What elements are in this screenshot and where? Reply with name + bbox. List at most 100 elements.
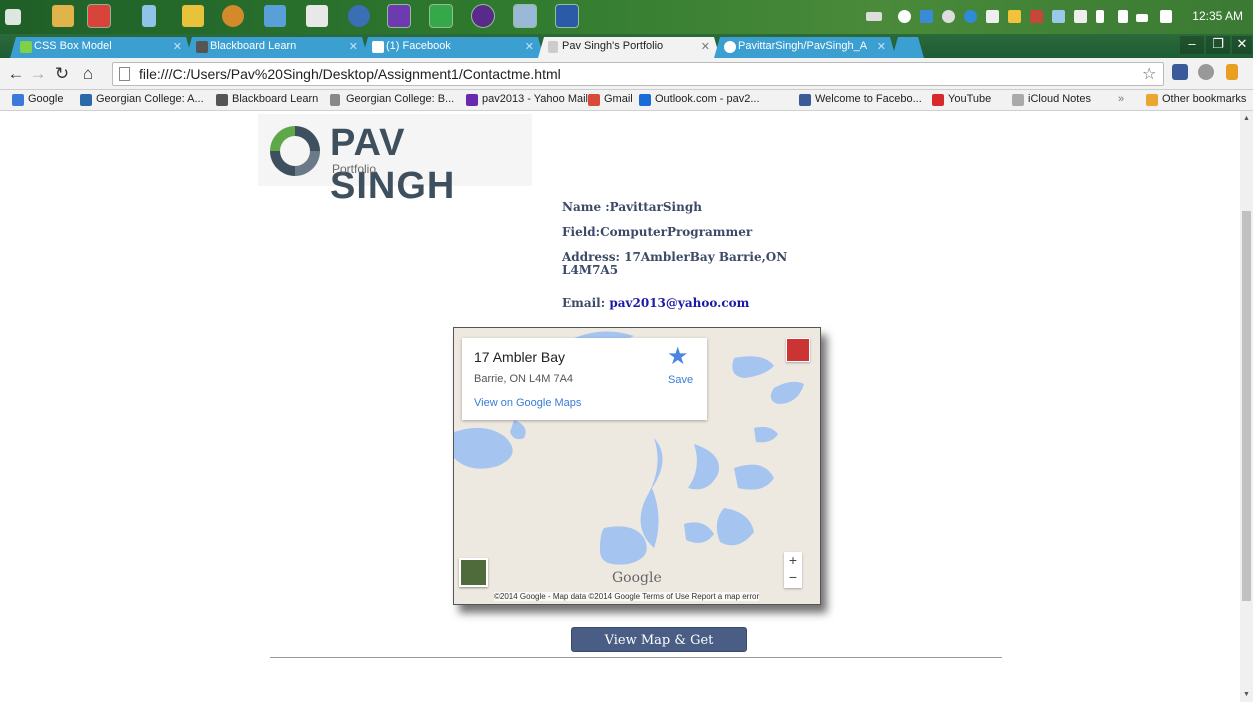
page-icon bbox=[119, 67, 130, 81]
app-icon[interactable] bbox=[306, 5, 328, 27]
map-place-name: 17 Ambler Bay bbox=[474, 349, 566, 365]
bookmark-yahoo-mail[interactable]: pav2013 - Yahoo Mail bbox=[466, 93, 588, 106]
notepad-icon[interactable] bbox=[142, 5, 156, 27]
close-tab-icon[interactable]: ✕ bbox=[349, 40, 358, 53]
forward-icon[interactable]: → bbox=[28, 64, 48, 84]
google-icon bbox=[12, 94, 24, 106]
clock[interactable]: 12:35 AM bbox=[1192, 9, 1243, 23]
close-tab-icon[interactable]: ✕ bbox=[877, 40, 886, 53]
address-bar[interactable]: file:///C:/Users/Pav%20Singh/Desktop/Ass… bbox=[112, 62, 1164, 86]
extension-icon[interactable] bbox=[1198, 64, 1214, 80]
tab-label: Pav Singh's Portfolio bbox=[562, 40, 664, 52]
tab-pav-singh-portfolio[interactable]: Pav Singh's Portfolio ✕ bbox=[538, 37, 720, 58]
blackboard-icon bbox=[196, 41, 208, 53]
bookmark-georgian-a[interactable]: Georgian College: A... bbox=[80, 93, 204, 106]
save-star-icon[interactable]: ★ bbox=[667, 342, 689, 371]
app-icon[interactable] bbox=[471, 4, 495, 28]
volume-icon[interactable] bbox=[1160, 10, 1172, 23]
google-watermark: Google bbox=[612, 570, 662, 586]
bookmark-facebook[interactable]: Welcome to Facebo... bbox=[799, 93, 922, 106]
view-map-directions-button[interactable]: View Map & Get Directions bbox=[571, 627, 747, 673]
logo-subtitle: Portfolio bbox=[332, 162, 377, 176]
tray-icon[interactable] bbox=[920, 10, 933, 23]
tab-css-box-model[interactable]: CSS Box Model ✕ bbox=[10, 37, 192, 58]
minimize-button[interactable]: – bbox=[1180, 36, 1204, 54]
close-tab-icon[interactable]: ✕ bbox=[173, 40, 182, 53]
vertical-scrollbar[interactable]: ▲ ▼ bbox=[1240, 111, 1253, 702]
drive-icon[interactable] bbox=[1008, 10, 1021, 23]
flag-icon[interactable] bbox=[1074, 10, 1087, 23]
tab-facebook[interactable]: (1) Facebook ✕ bbox=[362, 37, 544, 58]
extension-icon[interactable] bbox=[1172, 64, 1188, 80]
reload-icon[interactable]: ↻ bbox=[52, 64, 72, 84]
file-explorer-icon[interactable] bbox=[52, 5, 74, 27]
facebook-icon bbox=[799, 94, 811, 106]
media-icon[interactable] bbox=[222, 5, 244, 27]
map-save-link[interactable]: Save bbox=[668, 374, 693, 386]
zoom-out-button[interactable]: − bbox=[784, 569, 802, 586]
url-text: file:///C:/Users/Pav%20Singh/Desktop/Ass… bbox=[139, 66, 561, 82]
youtube-icon bbox=[932, 94, 944, 106]
calculator-icon[interactable] bbox=[264, 5, 286, 27]
close-tab-icon[interactable]: ✕ bbox=[525, 40, 534, 53]
new-tab-button[interactable] bbox=[892, 37, 924, 58]
email-link[interactable]: pav2013@yahoo.com bbox=[609, 296, 749, 310]
email-label: Email: bbox=[562, 296, 606, 310]
keyboard-icon[interactable] bbox=[866, 12, 882, 21]
tray-icon[interactable] bbox=[986, 10, 999, 23]
tab-favicon-icon bbox=[20, 41, 32, 53]
contact-field: Field:ComputerProgrammer bbox=[562, 225, 753, 239]
dreamweaver-icon[interactable] bbox=[429, 4, 453, 28]
bluetooth-icon[interactable] bbox=[1096, 10, 1104, 23]
bookmark-youtube[interactable]: YouTube bbox=[932, 93, 991, 106]
more-bookmarks-chevron[interactable]: » bbox=[1118, 93, 1124, 105]
bookmark-icloud-notes[interactable]: iCloud Notes bbox=[1012, 93, 1091, 106]
home-icon[interactable]: ⌂ bbox=[78, 64, 98, 84]
back-icon[interactable]: ← bbox=[6, 64, 26, 84]
map-user-avatar[interactable] bbox=[786, 338, 810, 362]
bookmark-google[interactable]: Google bbox=[12, 93, 63, 106]
tray-icon[interactable] bbox=[942, 10, 955, 23]
satellite-toggle[interactable] bbox=[459, 558, 488, 587]
page-icon bbox=[330, 94, 340, 106]
zoom-in-button[interactable]: + bbox=[784, 552, 802, 569]
signal-icon[interactable] bbox=[1136, 14, 1148, 22]
tab-github[interactable]: PavittarSingh/PavSingh_A ✕ bbox=[714, 37, 896, 58]
restore-button[interactable]: ❐ bbox=[1206, 36, 1230, 54]
github-icon bbox=[724, 41, 736, 53]
portfolio-logo[interactable]: PAV SINGH Portfolio bbox=[258, 114, 532, 207]
network-icon[interactable] bbox=[1118, 10, 1128, 23]
start-icon[interactable] bbox=[5, 9, 21, 25]
map-attribution[interactable]: ©2014 Google - Map data ©2014 Google Ter… bbox=[494, 592, 760, 601]
view-on-google-maps-link[interactable]: View on Google Maps bbox=[474, 397, 581, 409]
bookmark-georgian-b[interactable]: Georgian College: B... bbox=[330, 93, 454, 106]
scroll-down-icon[interactable]: ▼ bbox=[1243, 691, 1250, 698]
tab-label: PavittarSingh/PavSingh_A bbox=[738, 40, 868, 52]
menu-icon[interactable] bbox=[1226, 64, 1238, 80]
embedded-google-map[interactable]: 17 Ambler Bay Barrie, ON L4M 7A4 View on… bbox=[453, 327, 821, 605]
close-tab-icon[interactable]: ✕ bbox=[701, 40, 710, 53]
visual-studio-icon[interactable] bbox=[387, 4, 411, 28]
tray-icon[interactable] bbox=[964, 10, 977, 23]
tab-label: CSS Box Model bbox=[34, 40, 112, 52]
word-icon[interactable] bbox=[555, 4, 579, 28]
gmail-icon bbox=[588, 94, 600, 106]
shield-icon[interactable] bbox=[1030, 10, 1043, 23]
bookmark-star-icon[interactable]: ☆ bbox=[1142, 64, 1156, 84]
app-icon[interactable] bbox=[348, 5, 370, 27]
folder-icon bbox=[1146, 94, 1158, 106]
tray-icon[interactable] bbox=[1052, 10, 1065, 23]
chrome-taskbar-icon[interactable] bbox=[87, 4, 111, 28]
tab-blackboard[interactable]: Blackboard Learn ✕ bbox=[186, 37, 368, 58]
other-bookmarks[interactable]: Other bookmarks bbox=[1146, 93, 1246, 106]
close-window-button[interactable]: ✕ bbox=[1232, 36, 1252, 54]
bookmark-outlook[interactable]: Outlook.com - pav2... bbox=[639, 93, 760, 106]
bookmark-blackboard[interactable]: Blackboard Learn bbox=[216, 93, 318, 106]
page-viewport: PAV SINGH Portfolio Name :PavittarSingh … bbox=[0, 111, 1240, 702]
app-icon[interactable] bbox=[513, 4, 537, 28]
scroll-up-icon[interactable]: ▲ bbox=[1243, 115, 1250, 122]
paint-icon[interactable] bbox=[182, 5, 204, 27]
bookmark-gmail[interactable]: Gmail bbox=[588, 93, 633, 106]
tray-icon[interactable] bbox=[898, 10, 911, 23]
scroll-thumb[interactable] bbox=[1242, 211, 1251, 601]
